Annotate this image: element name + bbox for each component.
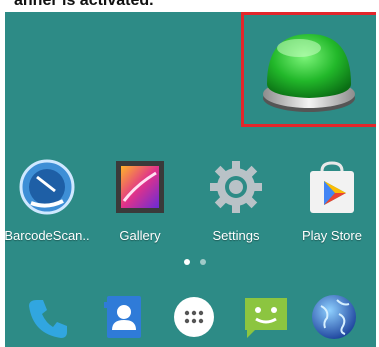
app-label-play-store: Play Store	[302, 228, 362, 243]
messaging-icon[interactable]	[241, 292, 291, 342]
gallery-icon	[116, 161, 164, 213]
phone-icon[interactable]	[23, 292, 73, 342]
app-label-barcodescanner: BarcodeScan..	[5, 228, 90, 243]
home-screen: BarcodeScan.. Gallery Settings Play Stor…	[5, 12, 376, 347]
app-play-store[interactable]: Play Store	[287, 157, 376, 243]
contacts-icon[interactable]	[98, 292, 148, 342]
app-label-gallery: Gallery	[119, 228, 161, 243]
settings-gear-icon	[210, 161, 262, 213]
play-store-icon	[310, 161, 354, 213]
barcode-scanner-icon	[19, 159, 75, 215]
screenshot: anner is activated. BarcodeScan.. Galler…	[0, 0, 379, 347]
app-settings[interactable]: Settings	[191, 157, 281, 243]
app-label-settings: Settings	[212, 228, 260, 243]
caption-text: anner is activated.	[14, 0, 154, 9]
page-indicator	[184, 259, 214, 269]
green-scan-button[interactable]	[259, 26, 359, 118]
app-barcodescanner[interactable]: BarcodeScan..	[5, 157, 92, 243]
browser-globe-icon[interactable]	[309, 292, 359, 342]
app-drawer-icon[interactable]	[169, 292, 219, 342]
app-gallery[interactable]: Gallery	[95, 157, 185, 243]
